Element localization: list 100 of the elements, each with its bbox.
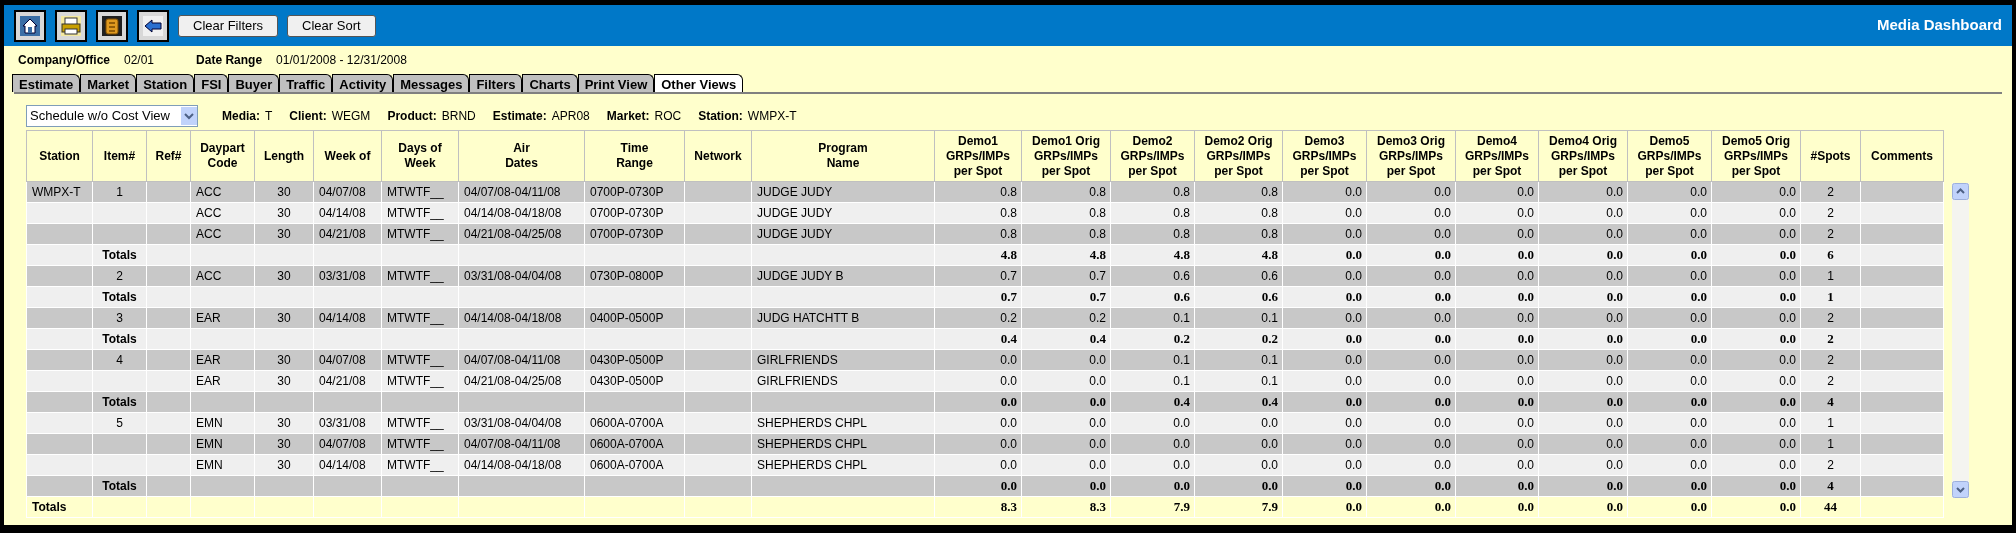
column-header[interactable]: Demo5 Orig GRPs/IMPs per Spot — [1711, 130, 1801, 182]
tab[interactable]: Messages — [393, 74, 470, 92]
table-cell: 0.8 — [1021, 181, 1111, 203]
column-header[interactable]: Ref# — [146, 130, 191, 182]
tab[interactable]: Filters — [469, 74, 523, 92]
tab[interactable]: FSI — [194, 74, 229, 92]
table-cell — [26, 202, 93, 224]
table-cell — [684, 391, 752, 413]
column-header[interactable]: Demo5 GRPs/IMPs per Spot — [1627, 130, 1712, 182]
scroll-down-icon[interactable] — [1952, 481, 1969, 498]
table-cell: EAR — [190, 370, 255, 392]
tab[interactable]: Station — [136, 74, 195, 92]
table-cell: 0.0 — [1282, 202, 1367, 224]
tab[interactable]: Buyer — [228, 74, 280, 92]
column-header[interactable]: Demo1 GRPs/IMPs per Spot — [934, 130, 1022, 182]
column-header[interactable]: Week of — [313, 130, 382, 182]
table-cell — [190, 391, 255, 413]
table-cell: EMN — [190, 433, 255, 455]
view-dropdown[interactable]: Schedule w/o Cost View — [26, 105, 198, 127]
table-cell: EAR — [190, 307, 255, 329]
column-header[interactable]: Days of Week — [381, 130, 459, 182]
table-cell: 0.2 — [934, 307, 1022, 329]
tab[interactable]: Charts — [522, 74, 578, 92]
column-header[interactable]: Time Range — [584, 130, 685, 182]
coin-stack-icon — [101, 14, 123, 37]
table-cell — [684, 265, 752, 287]
tab[interactable]: Print View — [577, 74, 655, 92]
table-cell: 5 — [92, 412, 147, 434]
filter-value: WMPX-T — [747, 108, 797, 125]
column-header[interactable]: Daypart Code — [190, 130, 255, 182]
table-cell: MTWTF__ — [381, 202, 459, 224]
table-cell: 04/21/08 — [313, 370, 382, 392]
tab[interactable]: Market — [80, 74, 137, 92]
scrollbar[interactable] — [1952, 183, 1969, 498]
tab[interactable]: Other Views — [654, 74, 744, 92]
filter-value: ROC — [654, 108, 682, 125]
table-cell: 0.0 — [1282, 223, 1367, 245]
column-header[interactable]: Demo4 Orig GRPs/IMPs per Spot — [1538, 130, 1628, 182]
table-cell: 2 — [1800, 370, 1861, 392]
column-header[interactable]: Demo1 Orig GRPs/IMPs per Spot — [1021, 130, 1111, 182]
table-cell: 4.8 — [934, 244, 1022, 266]
table-cell: 0.0 — [1627, 370, 1712, 392]
table-cell — [684, 349, 752, 371]
table-cell: 1 — [1800, 412, 1861, 434]
tab[interactable]: Traffic — [279, 74, 333, 92]
table-cell: 0.0 — [1366, 328, 1456, 350]
table-cell: 0.1 — [1110, 349, 1195, 371]
table-cell: 0.0 — [1627, 391, 1712, 413]
table-cell: 2 — [1800, 328, 1861, 350]
table-cell: JUDG HATCHTT B — [751, 307, 935, 329]
column-header[interactable]: Program Name — [751, 130, 935, 182]
table-cell: 0400P-0500P — [584, 307, 685, 329]
column-header[interactable]: Air Dates — [458, 130, 585, 182]
toolbar-button[interactable] — [14, 9, 46, 42]
column-header[interactable]: #Spots — [1800, 130, 1861, 182]
toolbar-text-button[interactable]: Clear Filters — [178, 14, 279, 37]
table-cell: 0.6 — [1194, 286, 1283, 308]
table-cell: 0.0 — [1538, 454, 1628, 476]
table-cell: JUDGE JUDY — [751, 223, 935, 245]
table-cell: 0.0 — [1194, 454, 1283, 476]
toolbar-button[interactable] — [55, 9, 87, 42]
tab[interactable]: Activity — [332, 74, 394, 92]
table-cell: 30 — [254, 433, 314, 455]
table-cell: 0.0 — [1538, 349, 1628, 371]
column-header[interactable]: Demo3 GRPs/IMPs per Spot — [1282, 130, 1367, 182]
table-cell: 0.0 — [1455, 328, 1539, 350]
column-header[interactable]: Demo2 Orig GRPs/IMPs per Spot — [1194, 130, 1283, 182]
tab[interactable]: Estimate — [12, 74, 81, 92]
table-cell: 0700P-0730P — [584, 181, 685, 203]
table-cell: 0.0 — [1711, 223, 1801, 245]
toolbar-button[interactable] — [96, 9, 128, 42]
scroll-up-icon[interactable] — [1952, 183, 1969, 200]
column-header[interactable]: Demo3 Orig GRPs/IMPs per Spot — [1366, 130, 1456, 182]
table-cell: 0.0 — [1627, 433, 1712, 455]
filter-label: Media: — [222, 108, 260, 125]
table-cell: JUDGE JUDY — [751, 202, 935, 224]
table-cell: 0.0 — [1711, 328, 1801, 350]
column-header[interactable]: Demo4 GRPs/IMPs per Spot — [1455, 130, 1539, 182]
table-cell: 0.0 — [1455, 349, 1539, 371]
toolbar-text-button[interactable]: Clear Sort — [287, 14, 376, 37]
column-header[interactable]: Length — [254, 130, 314, 182]
column-header[interactable]: Item# — [92, 130, 147, 182]
table-cell: 0.0 — [1282, 496, 1367, 518]
toolbar-button[interactable] — [137, 9, 169, 42]
table-cell — [313, 286, 382, 308]
table-cell — [684, 244, 752, 266]
table-cell: 0.0 — [1282, 475, 1367, 497]
table-cell: SHEPHERDS CHPL — [751, 412, 935, 434]
column-header[interactable]: Network — [684, 130, 752, 182]
column-header[interactable]: Station — [26, 130, 93, 182]
column-header[interactable]: Demo2 GRPs/IMPs per Spot — [1110, 130, 1195, 182]
table-cell: 0.6 — [1110, 286, 1195, 308]
table-cell: 0.0 — [1282, 307, 1367, 329]
table-cell — [313, 391, 382, 413]
table-cell — [26, 244, 93, 266]
table-cell: 0.0 — [1538, 202, 1628, 224]
column-header[interactable]: Comments — [1860, 130, 1944, 182]
table-cell: 0.0 — [1711, 412, 1801, 434]
table-cell: 0.0 — [1455, 265, 1539, 287]
table-cell: Totals — [92, 391, 147, 413]
